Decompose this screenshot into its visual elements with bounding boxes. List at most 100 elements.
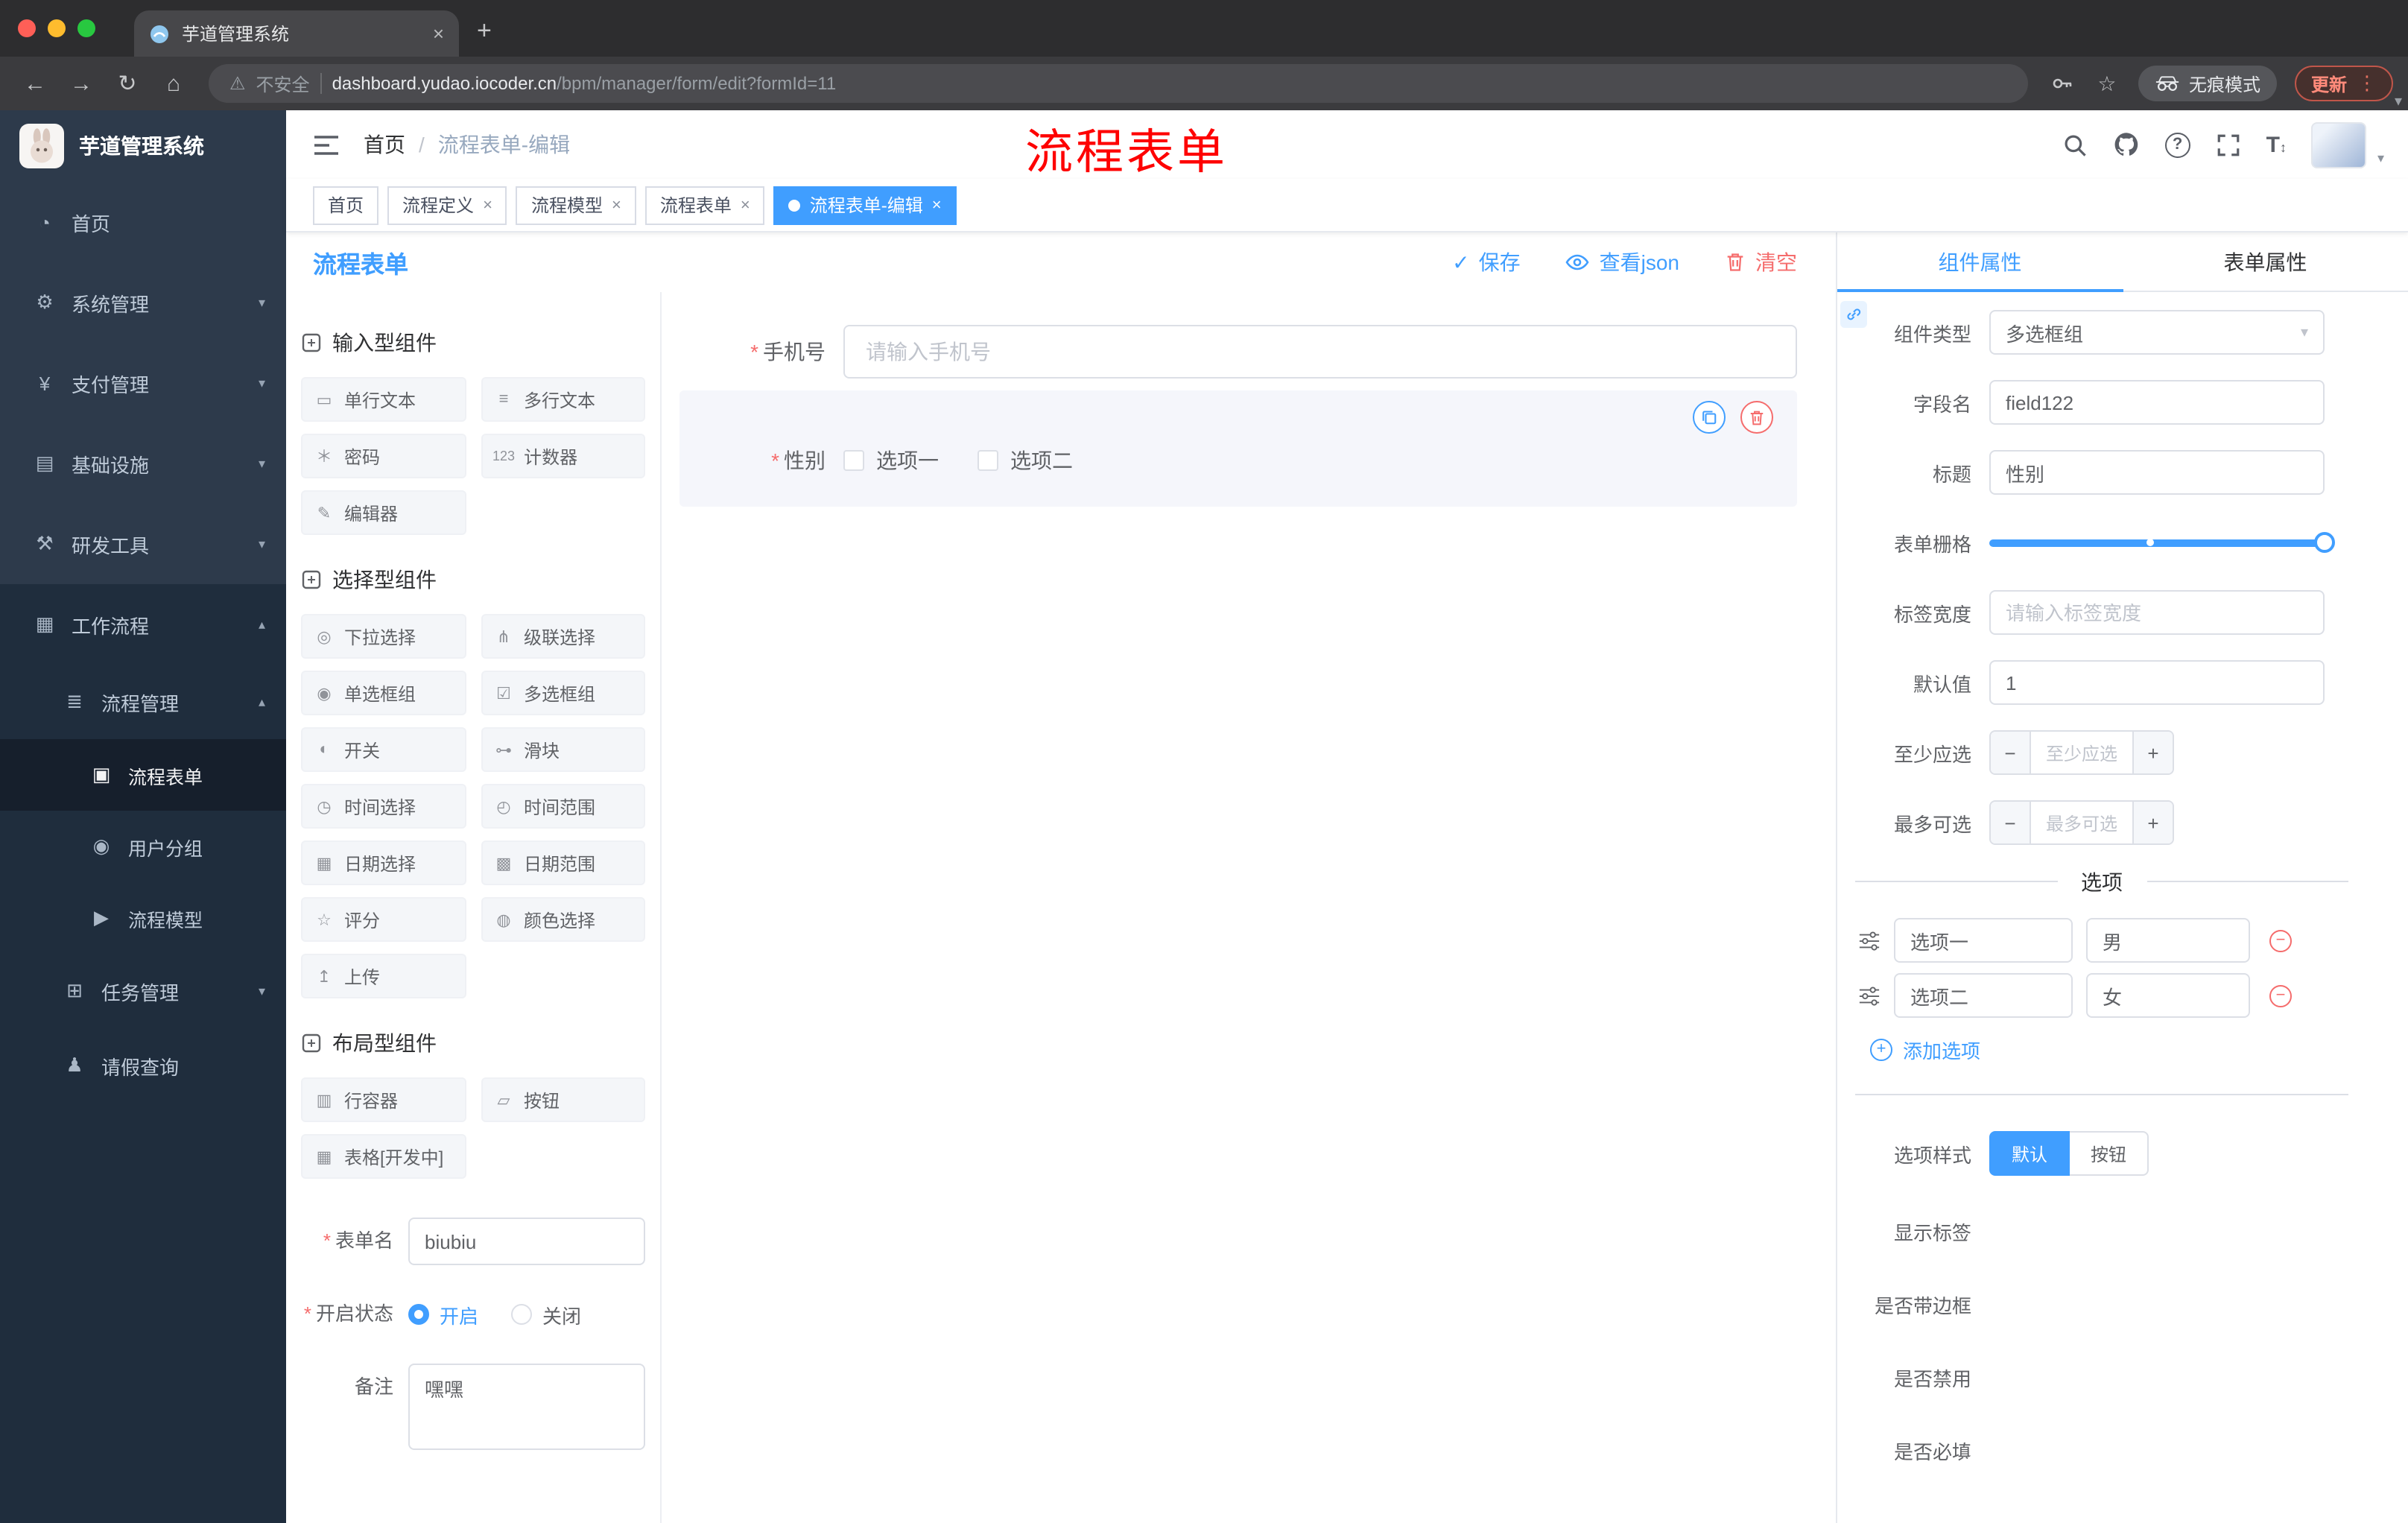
browser-menu-icon[interactable]: ⋮ [2357, 72, 2377, 95]
remove-option-button[interactable]: − [2269, 929, 2292, 952]
link-icon[interactable] [1840, 301, 1867, 328]
style-default-button[interactable]: 默认 [1989, 1131, 2070, 1176]
palette-item-table[interactable]: ▦ 表格[开发中] [301, 1134, 466, 1179]
field-name-input[interactable] [1989, 380, 2325, 425]
sidebar-item-workflow[interactable]: ▦ 工作流程 ▴ [0, 584, 286, 665]
max-select-value[interactable]: 最多可选 [2030, 802, 2134, 843]
sidebar-item-system[interactable]: ⚙ 系统管理 ▾ [0, 262, 286, 343]
option1-label-input[interactable] [1894, 918, 2073, 963]
palette-item-rate[interactable]: ☆ 评分 [301, 897, 466, 942]
form-remark-textarea[interactable]: 嘿嘿 [408, 1364, 645, 1450]
canvas-field-phone[interactable]: 手机号 [679, 325, 1797, 379]
tag-process-model[interactable]: 流程模型 × [516, 186, 636, 224]
palette-item-cascader[interactable]: ⋔ 级联选择 [481, 614, 645, 659]
palette-item-single-line-text[interactable]: ▭ 单行文本 [301, 377, 466, 422]
palette-item-date-range[interactable]: ▩ 日期范围 [481, 840, 645, 885]
add-option-button[interactable]: + 添加选项 [1870, 1036, 2408, 1064]
decrease-button[interactable]: − [1991, 802, 2030, 843]
fullscreen-icon[interactable] [2216, 132, 2241, 157]
palette-item-select[interactable]: ◎ 下拉选择 [301, 614, 466, 659]
option2-label-input[interactable] [1894, 973, 2073, 1018]
min-select-value[interactable]: 至少应选 [2030, 732, 2134, 773]
tag-process-form-edit[interactable]: 流程表单-编辑 × [773, 186, 957, 224]
help-icon[interactable]: ? [2164, 132, 2190, 157]
title-input[interactable] [1989, 450, 2325, 495]
palette-item-date-picker[interactable]: ▦ 日期选择 [301, 840, 466, 885]
minimize-window-button[interactable] [48, 19, 66, 37]
back-button[interactable]: ← [15, 71, 55, 96]
status-off-radio[interactable]: 关闭 [511, 1300, 581, 1329]
palette-item-counter[interactable]: 123 计数器 [481, 434, 645, 478]
reload-button[interactable]: ↻ [107, 70, 148, 97]
copy-component-button[interactable] [1693, 401, 1726, 434]
palette-item-radio-group[interactable]: ◉ 单选框组 [301, 671, 466, 715]
form-name-input[interactable] [408, 1218, 645, 1265]
palette-item-time-picker[interactable]: ◷ 时间选择 [301, 784, 466, 829]
slider-track[interactable] [1989, 532, 2335, 553]
drag-handle-icon[interactable] [1858, 929, 1881, 952]
phone-input[interactable] [843, 325, 1797, 379]
decrease-button[interactable]: − [1991, 732, 2030, 773]
gender-option2-checkbox[interactable]: 选项二 [978, 446, 1073, 475]
zoom-window-button[interactable] [77, 19, 95, 37]
sidebar-item-home[interactable]: ◔ 首页 [0, 182, 286, 262]
bookmark-star-icon[interactable]: ☆ [2088, 71, 2126, 96]
avatar-caret-icon[interactable]: ▾ [2377, 150, 2384, 166]
close-window-button[interactable] [18, 19, 36, 37]
breadcrumb-home[interactable]: 首页 [364, 130, 405, 159]
palette-item-slider[interactable]: ⊶ 滑块 [481, 727, 645, 772]
browser-tab[interactable]: 芋道管理系统 × [134, 10, 459, 57]
tag-home[interactable]: 首页 [313, 186, 379, 224]
sidebar-item-leave-query[interactable]: ♟ 请假查询 [0, 1028, 286, 1103]
avatar[interactable] [2311, 121, 2367, 168]
sidebar-item-devtools[interactable]: ⚒ 研发工具 ▾ [0, 504, 286, 584]
clear-button[interactable]: 清空 [1724, 247, 1797, 277]
tag-close-icon[interactable]: × [483, 196, 492, 214]
option2-value-input[interactable] [2086, 973, 2250, 1018]
palette-item-time-range[interactable]: ◴ 时间范围 [481, 784, 645, 829]
remove-option-button[interactable]: − [2269, 984, 2292, 1007]
palette-item-button[interactable]: ▱ 按钮 [481, 1077, 645, 1122]
new-tab-button[interactable]: + [477, 16, 492, 46]
palette-item-upload[interactable]: ↥ 上传 [301, 954, 466, 998]
drag-handle-icon[interactable] [1858, 984, 1881, 1007]
increase-button[interactable]: + [2134, 732, 2173, 773]
tag-process-definition[interactable]: 流程定义 × [387, 186, 507, 224]
sidebar-item-payment[interactable]: ¥ 支付管理 ▾ [0, 343, 286, 423]
sidebar-item-process-form[interactable]: ▣ 流程表单 [0, 739, 286, 811]
default-value-input[interactable] [1989, 660, 2325, 705]
tag-close-icon[interactable]: × [612, 196, 621, 214]
tag-close-icon[interactable]: × [932, 196, 942, 214]
browser-update-button[interactable]: 更新 ⋮ [2294, 66, 2393, 101]
font-size-icon[interactable]: T↕ [2266, 132, 2287, 157]
sidebar-item-task-management[interactable]: ⊞ 任务管理 ▾ [0, 954, 286, 1028]
option1-value-input[interactable] [2086, 918, 2250, 963]
palette-item-row-container[interactable]: ▥ 行容器 [301, 1077, 466, 1122]
sidebar-item-user-group[interactable]: ◉ 用户分组 [0, 811, 286, 882]
increase-button[interactable]: + [2134, 802, 2173, 843]
home-button[interactable]: ⌂ [153, 71, 194, 96]
toolbar-caret-icon[interactable]: ▾ [2395, 94, 2402, 110]
style-button-button[interactable]: 按钮 [2070, 1131, 2149, 1176]
tab-close-icon[interactable]: × [433, 22, 444, 45]
tag-close-icon[interactable]: × [741, 196, 750, 214]
forward-button[interactable]: → [61, 71, 101, 96]
sidebar-item-process-management[interactable]: ≣ 流程管理 ▴ [0, 665, 286, 739]
canvas-field-gender-selected[interactable]: 性别 选项一 选项二 [679, 390, 1797, 507]
delete-component-button[interactable] [1740, 401, 1773, 434]
save-button[interactable]: ✓ 保存 [1452, 247, 1520, 277]
palette-item-multi-line-text[interactable]: ≡ 多行文本 [481, 377, 645, 422]
status-on-radio[interactable]: 开启 [408, 1300, 478, 1329]
slider-handle[interactable] [2314, 532, 2335, 553]
palette-item-editor[interactable]: ✎ 编辑器 [301, 490, 466, 535]
view-json-button[interactable]: 查看json [1565, 247, 1679, 277]
tag-process-form[interactable]: 流程表单 × [644, 186, 765, 224]
password-key-icon[interactable] [2043, 72, 2082, 95]
palette-item-color-picker[interactable]: ◍ 颜色选择 [481, 897, 645, 942]
tab-component-props[interactable]: 组件属性 [1837, 232, 2123, 292]
sidebar-item-process-model[interactable]: ▶ 流程模型 [0, 882, 286, 954]
address-bar[interactable]: ⚠ 不安全 dashboard.yudao.iocoder.cn/bpm/man… [209, 64, 2028, 103]
component-type-select[interactable]: 多选框组 ▾ [1989, 310, 2325, 355]
palette-item-switch[interactable]: ◐ 开关 [301, 727, 466, 772]
tab-form-props[interactable]: 表单属性 [2123, 232, 2408, 291]
